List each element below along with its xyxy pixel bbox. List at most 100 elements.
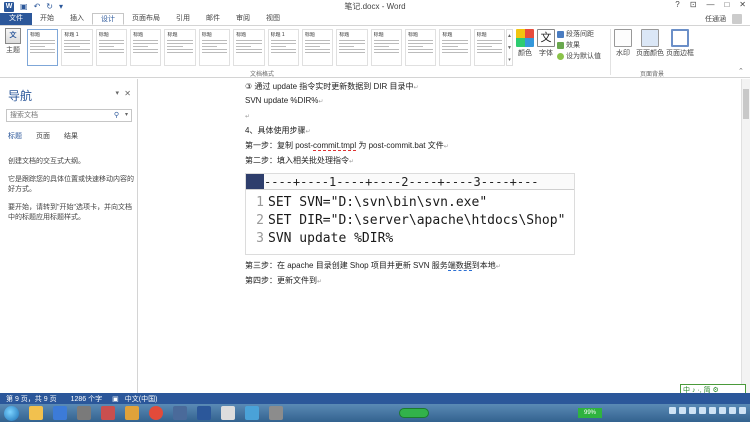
search-input[interactable] (7, 110, 107, 121)
style-set-thumb[interactable]: 标题 (473, 29, 506, 66)
style-set-thumb[interactable]: 标题 (198, 29, 231, 66)
style-thumb-line (270, 49, 296, 50)
nav-tab-results[interactable]: 结果 (64, 131, 78, 141)
word-count[interactable]: 1286 个字 (71, 394, 103, 404)
style-set-thumb[interactable]: 标题 1 (267, 29, 299, 66)
tab-file[interactable]: 文件 (0, 13, 32, 25)
style-set-thumb[interactable]: 标题 (130, 29, 162, 66)
style-thumb-title: 标题 (442, 32, 453, 38)
document-area[interactable]: ③ 通过 update 指令实时更新数据到 DIR 目录中↵ SVN updat… (139, 79, 750, 393)
chrome-icon[interactable] (149, 406, 163, 420)
style-thumb-line (373, 40, 399, 41)
style-set-thumb[interactable]: 标题 (404, 29, 437, 66)
tab-insert[interactable]: 插入 (62, 13, 92, 25)
nav-tab-pages[interactable]: 页面 (36, 131, 50, 141)
style-thumb-line (201, 40, 228, 41)
group-label-page-bg: 页面背景 (640, 72, 665, 78)
style-set-thumb[interactable]: 标题 (164, 29, 196, 66)
explorer-icon[interactable] (29, 406, 43, 420)
page-border-button[interactable]: 页面边框 (666, 29, 694, 58)
app-icon[interactable] (221, 406, 235, 420)
minimize-button[interactable]: — (706, 0, 714, 9)
tray-icon[interactable] (679, 407, 686, 414)
scrollbar-thumb[interactable] (743, 89, 749, 119)
page-count[interactable]: 第 9 页，共 9 页 (6, 394, 57, 404)
tray-icon[interactable] (729, 407, 736, 414)
tray-icon[interactable] (699, 407, 706, 414)
tab-layout[interactable]: 页面布局 (124, 13, 168, 25)
user-name[interactable]: 任通涵 (705, 14, 726, 24)
nav-options-icon[interactable]: ▾ (115, 89, 119, 97)
start-button-icon[interactable] (4, 405, 19, 421)
ie-icon[interactable] (53, 406, 67, 420)
watermark-button[interactable]: 水印 (614, 29, 632, 58)
tray-icon[interactable] (719, 407, 726, 414)
nav-search-box[interactable]: ⚲ ▾ (6, 109, 132, 122)
gallery-more-button[interactable]: ▲ ▼ ▾ (506, 29, 513, 66)
page-color-button[interactable]: 页面颜色 (636, 29, 664, 58)
nav-close-icon[interactable]: ✕ (124, 89, 131, 98)
status-pill[interactable] (399, 408, 429, 418)
window-controls: ? ⊡ — □ ✕ (675, 0, 746, 9)
check-icon (557, 53, 564, 60)
style-thumb-line (236, 40, 262, 41)
style-set-thumb[interactable]: 标题 (301, 29, 334, 66)
paragraph-spacing-button[interactable]: 段落间距 (557, 29, 601, 40)
style-thumb-line (407, 40, 434, 41)
colors-button[interactable]: 颜色 (516, 29, 534, 58)
style-set-thumb[interactable]: 标题 (95, 29, 128, 66)
style-set-thumb[interactable]: 标题 1 (61, 29, 93, 66)
language-indicator[interactable]: 中文(中国) (125, 394, 158, 404)
maximize-button[interactable]: □ (724, 0, 729, 9)
app-icon[interactable] (173, 406, 187, 420)
style-set-thumb[interactable]: 标题 (439, 29, 471, 66)
style-thumb-line (201, 46, 217, 47)
tray-icon[interactable] (689, 407, 696, 414)
set-default-button[interactable]: 设为默认值 (557, 51, 601, 62)
effects-button[interactable]: 效果 (557, 40, 601, 51)
embedded-code-image[interactable]: ----+----1----+----2----+----3----+--- 1… (245, 173, 575, 255)
style-set-thumb[interactable]: 标题 (370, 29, 402, 66)
close-button[interactable]: ✕ (739, 0, 746, 9)
help-button[interactable]: ? (675, 0, 679, 9)
tab-review[interactable]: 审阅 (228, 13, 258, 25)
app-icon[interactable] (101, 406, 115, 420)
vertical-scrollbar[interactable] (741, 79, 750, 393)
style-thumb-line (407, 46, 424, 47)
collapse-ribbon-icon[interactable]: ⌃ (738, 67, 744, 75)
search-icon[interactable]: ⚲ (114, 111, 119, 119)
style-thumb-line (373, 43, 399, 44)
tray-icon[interactable] (739, 407, 746, 414)
tab-home[interactable]: 开始 (32, 13, 62, 25)
style-set-thumb[interactable]: 标题 (233, 29, 265, 66)
effects-icon (557, 42, 564, 49)
ribbon-display-button[interactable]: ⊡ (690, 0, 697, 9)
style-set-thumb[interactable]: 标题 (27, 29, 59, 66)
app-icon[interactable] (77, 406, 91, 420)
doc-line: ↵ (245, 111, 250, 120)
nav-tabs: 标题 页面 结果 (8, 131, 78, 141)
style-set-thumb[interactable]: 标题 (336, 29, 368, 66)
nav-tab-headings[interactable]: 标题 (8, 131, 22, 141)
tab-references[interactable]: 引用 (168, 13, 198, 25)
tray-icon[interactable] (709, 407, 716, 414)
avatar[interactable] (732, 14, 742, 24)
fonts-button[interactable]: 文 字体 (537, 29, 555, 58)
word-icon[interactable] (197, 406, 211, 420)
style-thumb-title: 标题 (407, 32, 418, 38)
tray-icon[interactable] (669, 407, 676, 414)
battery-indicator[interactable]: 99% (578, 408, 602, 418)
search-options-icon[interactable]: ▾ (125, 111, 128, 118)
tab-view[interactable]: 视图 (258, 13, 288, 25)
app-icon[interactable] (269, 406, 283, 420)
style-thumb-line (167, 49, 193, 50)
tab-design[interactable]: 设计 (92, 13, 124, 25)
tab-mailings[interactable]: 邮件 (198, 13, 228, 25)
app-icon[interactable] (245, 406, 259, 420)
themes-button[interactable]: 文 主题 (3, 28, 23, 55)
proofing-icon[interactable]: ▣ (112, 395, 119, 403)
app-icon[interactable] (125, 406, 139, 420)
style-thumb-title: 标题 (201, 32, 212, 38)
page-color-icon (641, 29, 659, 47)
style-thumb-line (133, 43, 159, 44)
